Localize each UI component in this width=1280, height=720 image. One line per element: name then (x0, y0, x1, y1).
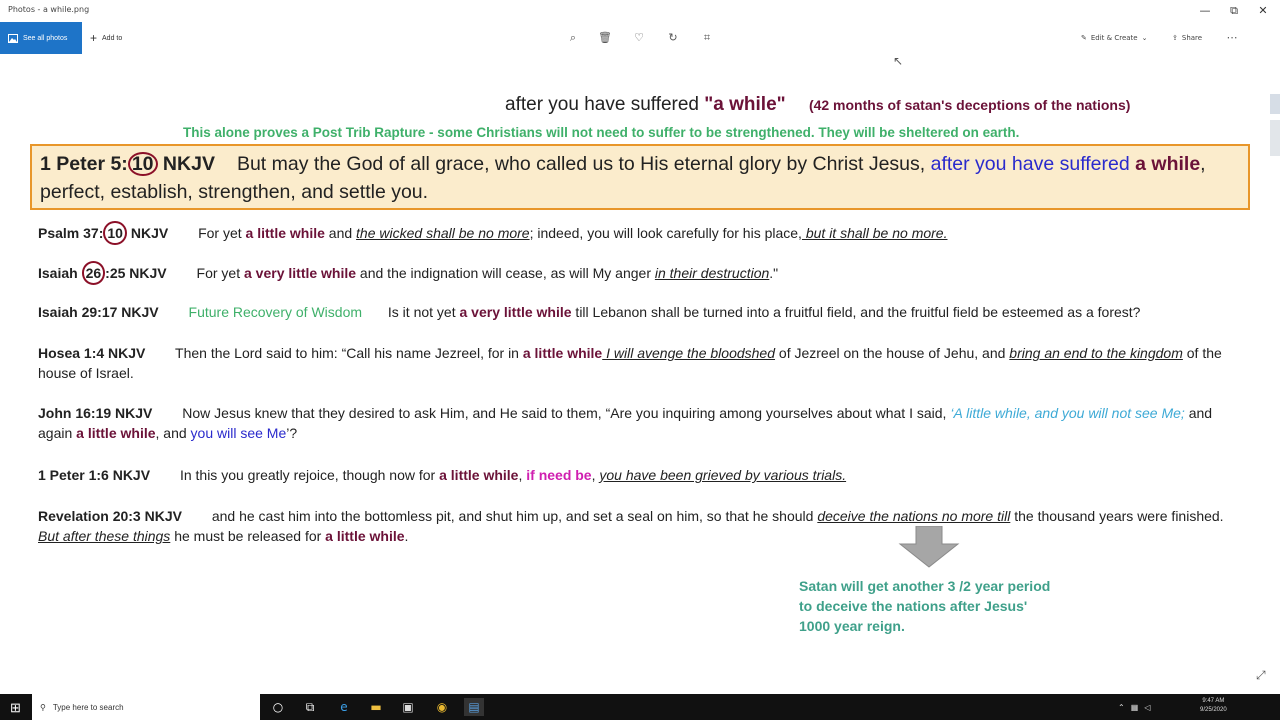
adjacent-image-strip (1270, 86, 1280, 646)
verse-ref: 1 Peter 1:6 NKJV (38, 467, 151, 483)
verse-ref: John 16:19 NKJV (38, 405, 153, 421)
verse-ref: Isaiah 26:25 NKJV (38, 261, 167, 285)
main-verse-blue: after you have suffered (925, 153, 1130, 175)
verse-1-peter-1-6: 1 Peter 1:6 NKJV In this you greatly rej… (38, 467, 847, 483)
see-all-label: See all photos (23, 34, 68, 42)
window-title: Photos - a while.png (8, 5, 90, 14)
chevron-up-icon[interactable]: ⌃ (1118, 703, 1125, 712)
share-button[interactable]: ⇪ Share (1172, 22, 1202, 54)
verse-ref: Hosea 1:4 NKJV (38, 345, 146, 361)
main-verse-ref: 1 Peter 5: 10 NKJV (40, 152, 215, 176)
more-options-icon[interactable]: ⋯ (1224, 30, 1240, 46)
crop-icon[interactable]: ⌗ (699, 30, 715, 46)
photo-canvas: after you have suffered "a while" (42 mo… (0, 54, 1280, 696)
add-to-button[interactable]: + Add to (90, 22, 122, 54)
task-view-icon[interactable]: ⧉ (300, 698, 320, 716)
verse-ref: Psalm 37: 10 NKJV (38, 221, 168, 245)
verse-ref: Revelation 20:3 NKJV (38, 508, 182, 524)
windows-start-icon[interactable]: ⊞ (10, 700, 21, 716)
fullscreen-icon[interactable]: ⤢ (1256, 668, 1266, 683)
photos-icon (8, 33, 18, 43)
share-label: Share (1181, 34, 1203, 42)
heading-quote: "a while" (704, 94, 786, 115)
heading-prefix: after you have suffered (505, 94, 699, 115)
page-heading: after you have suffered "a while" (42 mo… (505, 94, 1130, 116)
post-trib-note: This alone proves a Post Trib Rapture - … (183, 125, 1020, 140)
photos-toolbar: See all photos + Add to ⌕ 🗑 ♡ ↻ ⌗ ✎ Edit… (0, 22, 1280, 54)
search-placeholder: Type here to search (52, 702, 124, 712)
add-to-label: Add to (102, 34, 123, 42)
zoom-icon[interactable]: ⌕ (565, 30, 581, 46)
share-icon: ⇪ (1172, 34, 1178, 42)
circled-verse-number: 10 (127, 152, 158, 176)
down-arrow-icon (898, 526, 960, 568)
edge-icon[interactable]: e (334, 698, 354, 716)
recovery-label: Future Recovery of Wisdom (188, 304, 363, 320)
heading-note: (42 months of satan's deceptions of the … (808, 97, 1131, 113)
see-all-photos-button[interactable]: See all photos (0, 22, 82, 54)
circled-verse-number: 10 (103, 221, 127, 245)
delete-icon[interactable]: 🗑 (597, 30, 613, 46)
chevron-down-icon: ⌄ (1141, 34, 1148, 42)
search-icon: ⚲ (40, 702, 46, 712)
verse-revelation-20-3: Revelation 20:3 NKJV and he cast him int… (38, 508, 1224, 544)
title-bar: Photos - a while.png — ⧉ ✕ (0, 0, 1280, 22)
edit-create-button[interactable]: ✎ Edit & Create ⌄ (1081, 22, 1147, 54)
rotate-icon[interactable]: ↻ (665, 30, 681, 46)
close-button[interactable]: ✕ (1246, 0, 1280, 22)
taskbar-clock[interactable]: 9:47 AM 9/25/2020 (1200, 697, 1227, 715)
taskbar: ⊞ ⚲ Type here to search ○ ⧉ e ▬ ▣ ◉ ▤ ⌃ … (0, 694, 1280, 720)
verse-isaiah-26: Isaiah 26:25 NKJV For yet a very little … (38, 261, 1238, 285)
verse-psalm-37-10: Psalm 37: 10 NKJV For yet a little while … (38, 221, 1238, 245)
favorite-icon[interactable]: ♡ (631, 30, 647, 46)
highlight-verse-box: 1 Peter 5: 10 NKJV But may the God of all … (30, 144, 1250, 210)
verse-ref: Isaiah 29:17 NKJV (38, 304, 159, 320)
verse-john-16-19: John 16:19 NKJV Now Jesus knew that they… (38, 405, 1213, 441)
circled-verse-number: 26 (81, 261, 106, 285)
plus-icon: + (90, 31, 98, 45)
cortana-icon[interactable]: ○ (268, 698, 288, 716)
photos-icon[interactable]: ▤ (464, 698, 484, 716)
main-verse-maroon: a while (1129, 153, 1201, 175)
taskbar-search[interactable]: ⚲ Type here to search (32, 694, 260, 720)
edit-icon: ✎ (1081, 34, 1087, 42)
chrome-icon[interactable]: ◉ (432, 698, 452, 716)
volume-icon[interactable]: ◁ (1144, 703, 1150, 712)
system-tray: ⌃ ▦ ◁ (1118, 694, 1150, 720)
edit-create-label: Edit & Create (1090, 34, 1138, 42)
verse-isaiah-29-17: Isaiah 29:17 NKJV Future Recovery of Wis… (38, 304, 1141, 320)
file-explorer-icon[interactable]: ▬ (366, 698, 386, 716)
network-icon[interactable]: ▦ (1131, 703, 1139, 712)
satan-release-note: Satan will get another 3 /2 year period … (799, 578, 1051, 634)
main-verse-text: But may the God of all grace, who called… (236, 153, 926, 175)
store-icon[interactable]: ▣ (398, 698, 418, 716)
verse-hosea-1-4: Hosea 1:4 NKJV Then the Lord said to him… (38, 345, 1222, 381)
